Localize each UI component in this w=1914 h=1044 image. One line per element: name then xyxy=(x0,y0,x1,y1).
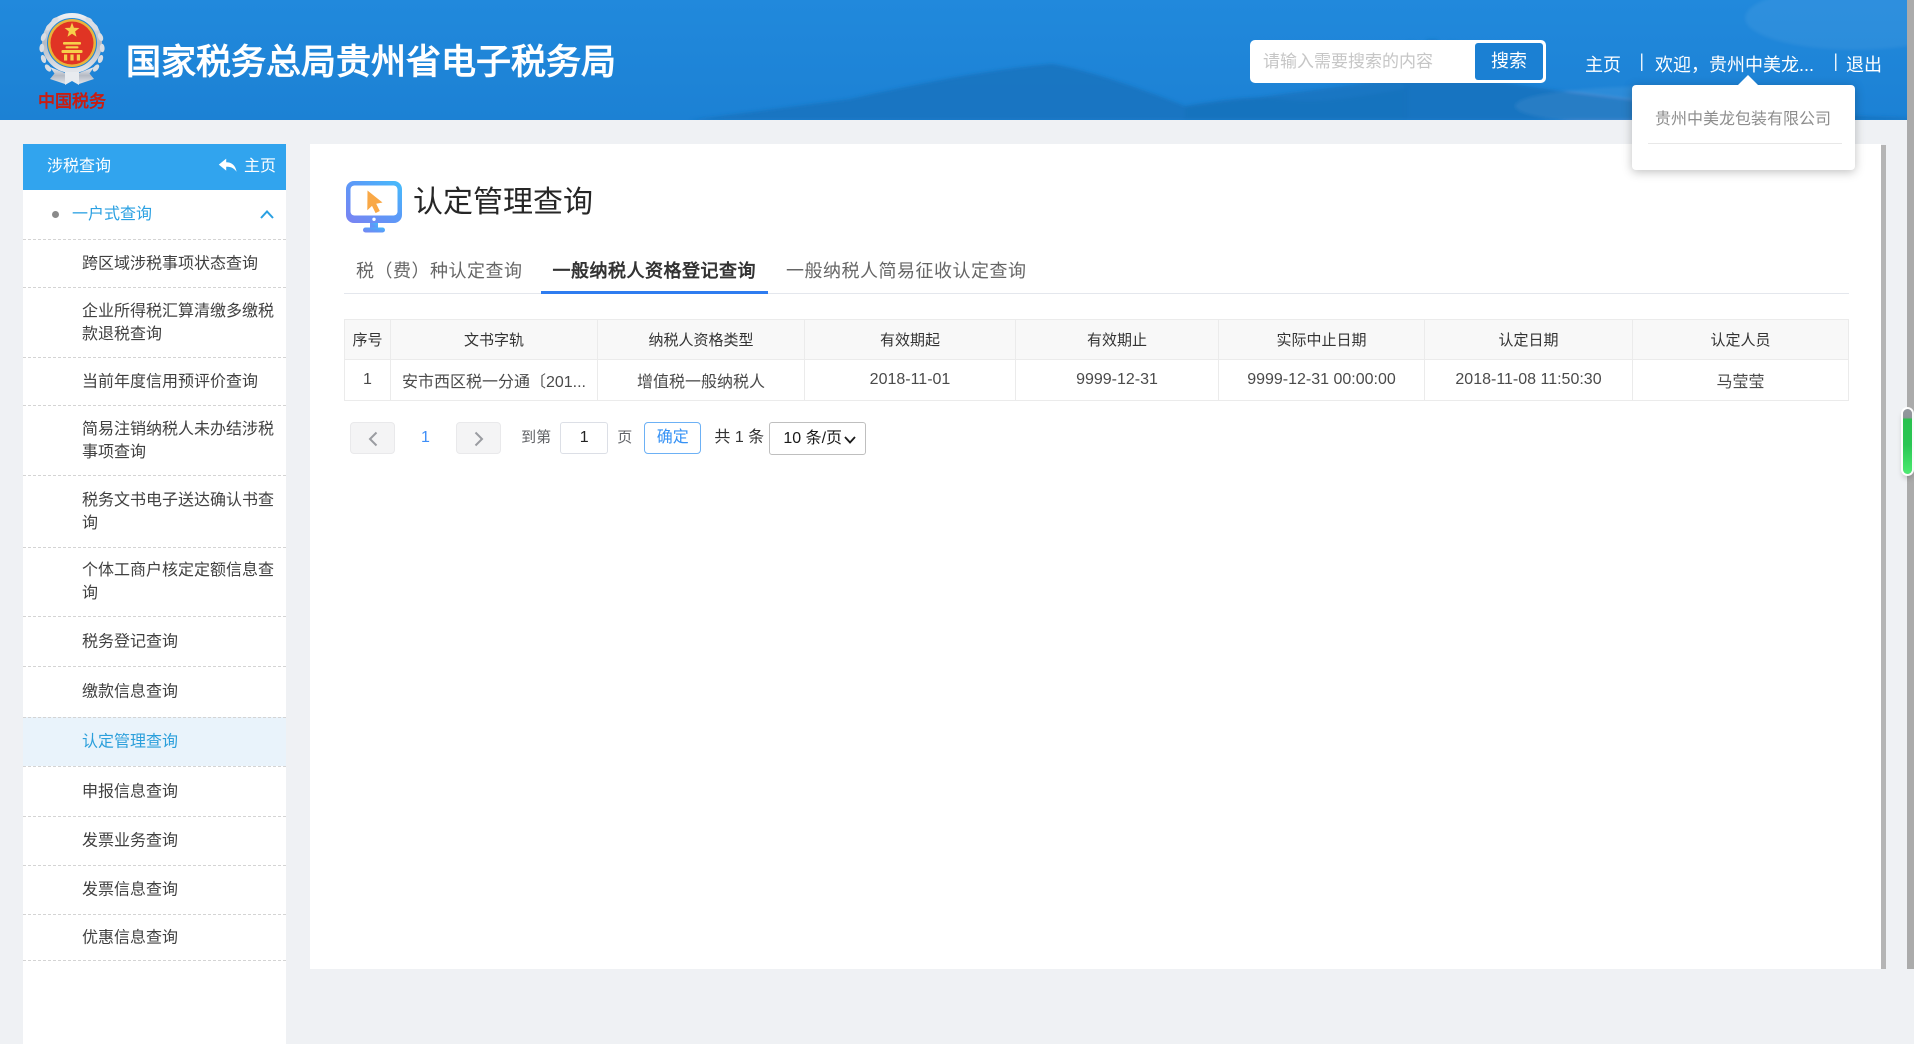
svg-text:中国税务: 中国税务 xyxy=(38,91,107,111)
